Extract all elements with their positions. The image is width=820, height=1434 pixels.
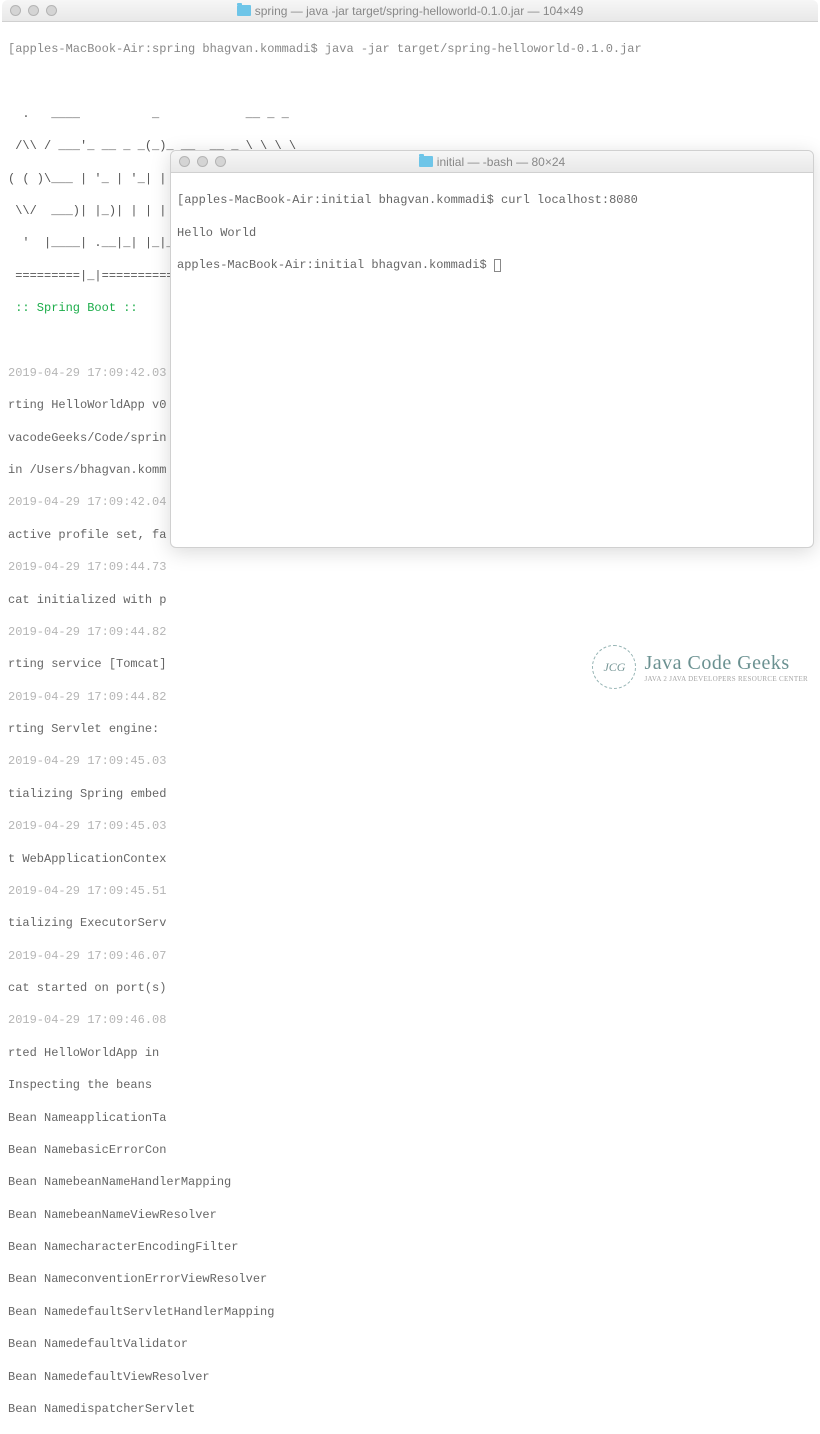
prompt-line: [apples-MacBook-Air:spring bhagvan.komma…	[8, 41, 812, 57]
spring-boot-label: :: Spring Boot ::	[8, 301, 145, 315]
log-line: Bean NameapplicationTa	[8, 1110, 812, 1126]
blank-line	[8, 74, 812, 90]
log-line: Bean NamebeanNameHandlerMapping	[8, 1174, 812, 1190]
log-line: cat initialized with p	[8, 592, 812, 608]
log-line: Bean NamebeanNameViewResolver	[8, 1207, 812, 1223]
curl-output: Hello World	[177, 225, 807, 241]
log-line: rting Servlet engine:	[8, 721, 812, 737]
window-title-front: initial — -bash — 80×24	[179, 155, 805, 169]
title-text-back: spring — java -jar target/spring-hellowo…	[255, 4, 584, 18]
traffic-lights-back	[10, 5, 57, 16]
jcg-badge-icon: JCG	[592, 645, 636, 689]
log-line: tializing Spring embed	[8, 786, 812, 802]
titlebar-back[interactable]: spring — java -jar target/spring-hellowo…	[2, 0, 818, 22]
log-line: 2019-04-29 17:09:45.51	[8, 883, 812, 899]
log-line: 2019-04-29 17:09:45.03	[8, 753, 812, 769]
minimize-icon[interactable]	[28, 5, 39, 16]
zoom-icon[interactable]	[215, 156, 226, 167]
close-icon[interactable]	[179, 156, 190, 167]
log-line: Bean NamecharacterEncodingFilter	[8, 1239, 812, 1255]
log-line: Inspecting the beans	[8, 1077, 812, 1093]
log-line: 2019-04-29 17:09:44.82	[8, 689, 812, 705]
window-title-back: spring — java -jar target/spring-hellowo…	[10, 4, 810, 18]
log-line: Bean NamedispatcherServletRegistration	[8, 1433, 812, 1434]
zoom-icon[interactable]	[46, 5, 57, 16]
title-text-front: initial — -bash — 80×24	[437, 155, 565, 169]
log-line: Bean NamedefaultServletHandlerMapping	[8, 1304, 812, 1320]
log-line: 2019-04-29 17:09:44.82	[8, 624, 812, 640]
prompt-waiting: apples-MacBook-Air:initial bhagvan.komma…	[177, 258, 494, 272]
minimize-icon[interactable]	[197, 156, 208, 167]
jcg-text: Java Code Geeks JAVA 2 JAVA DEVELOPERS R…	[644, 652, 808, 683]
log-line: tializing ExecutorServ	[8, 915, 812, 931]
log-line: Bean NameconventionErrorViewResolver	[8, 1271, 812, 1287]
log-line: Bean NamedefaultViewResolver	[8, 1369, 812, 1385]
log-line: cat started on port(s)	[8, 980, 812, 996]
watermark-main: Java Code Geeks	[644, 652, 808, 675]
ascii-art-line: . ____ _ __ _ _	[8, 106, 812, 122]
terminal-window-initial[interactable]: initial — -bash — 80×24 [apples-MacBook-…	[170, 150, 814, 548]
curl-command-line: [apples-MacBook-Air:initial bhagvan.komm…	[177, 192, 807, 208]
traffic-lights-front	[179, 156, 226, 167]
watermark-logo: JCG Java Code Geeks JAVA 2 JAVA DEVELOPE…	[592, 645, 808, 689]
log-line: 2019-04-29 17:09:45.03	[8, 818, 812, 834]
log-line: Bean NamebasicErrorCon	[8, 1142, 812, 1158]
log-line: t WebApplicationContex	[8, 851, 812, 867]
log-line: rted HelloWorldApp in	[8, 1045, 812, 1061]
watermark-sub: JAVA 2 JAVA DEVELOPERS RESOURCE CENTER	[644, 675, 808, 683]
log-line: 2019-04-29 17:09:46.07	[8, 948, 812, 964]
log-line: Bean NamedefaultValidator	[8, 1336, 812, 1352]
close-icon[interactable]	[10, 5, 21, 16]
log-line: 2019-04-29 17:09:46.08	[8, 1012, 812, 1028]
log-line: 2019-04-29 17:09:44.73	[8, 559, 812, 575]
folder-icon	[419, 156, 433, 167]
folder-icon	[237, 5, 251, 16]
titlebar-front[interactable]: initial — -bash — 80×24	[171, 151, 813, 173]
terminal-body-front[interactable]: [apples-MacBook-Air:initial bhagvan.komm…	[171, 173, 813, 309]
cursor-icon	[494, 259, 501, 272]
log-line: Bean NamedispatcherServlet	[8, 1401, 812, 1417]
